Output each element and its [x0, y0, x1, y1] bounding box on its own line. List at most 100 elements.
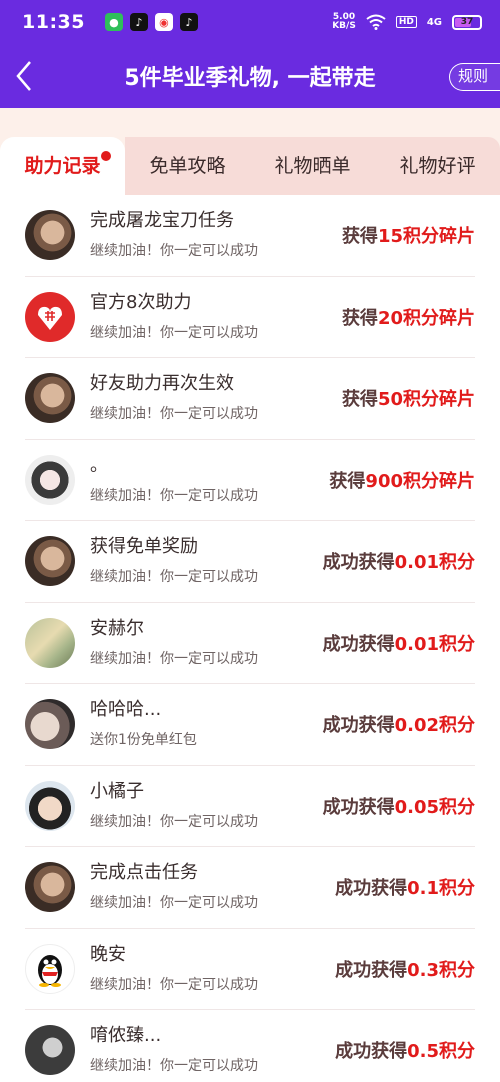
list-item: 哈哈哈... 送你1份免单红包 成功获得0.02积分	[25, 684, 475, 766]
record-subtitle: 继续加油！你一定可以成功	[90, 487, 258, 504]
reward-prefix: 成功获得	[322, 715, 395, 737]
record-subtitle: 继续加油！你一定可以成功	[90, 1058, 258, 1075]
record-list[interactable]: 完成屠龙宝刀任务 继续加油！你一定可以成功 获得15积分碎片 官方8次助力 继续加油！你…	[0, 195, 500, 1082]
record-title: 哈哈哈...	[90, 699, 162, 721]
avatar	[25, 862, 75, 913]
reward-text: 获得50积分碎片	[342, 385, 475, 411]
tab-assist-records[interactable]: 助力记录	[0, 137, 143, 195]
record-title: 完成点击任务	[90, 862, 198, 884]
signal-icon: 4G	[426, 16, 442, 28]
app-logo-icon	[38, 306, 62, 330]
nav-bar: 5件毕业季礼物, 一起带走 规则	[0, 44, 500, 108]
record-subtitle: 继续加油！你一定可以成功	[90, 324, 258, 341]
list-item: 。继续加油！你一定可以成功 获得900积分碎片	[25, 440, 475, 521]
reward-text: 成功获得0.3积分	[335, 956, 475, 982]
avatar	[25, 373, 75, 424]
back-icon[interactable]	[12, 58, 36, 94]
reward-prefix: 获得	[341, 389, 378, 411]
avatar	[25, 1025, 75, 1076]
reward-prefix: 获得	[329, 470, 366, 492]
reward-amount: 0.01积分	[394, 552, 475, 574]
tab-gift-reviews[interactable]: 礼物好评	[375, 137, 500, 195]
reward-text: 成功获得0.01积分	[323, 548, 475, 574]
reward-amount: 0.5积分	[407, 1041, 475, 1063]
map-app-icon: ◉	[154, 13, 173, 31]
reward-text: 成功获得0.5积分	[335, 1037, 475, 1063]
reward-amount: 0.05积分	[394, 796, 475, 818]
reward-prefix: 成功获得	[335, 959, 408, 981]
reward-amount: 20积分碎片	[377, 307, 475, 329]
record-subtitle: 继续加油！你一定可以成功	[90, 243, 258, 260]
rules-button[interactable]: 规则	[448, 63, 500, 91]
page-title: 5件毕业季礼物, 一起带走	[124, 66, 376, 91]
unread-dot	[101, 151, 111, 161]
reward-prefix: 成功获得	[322, 796, 395, 818]
reward-amount: 0.3积分	[407, 959, 475, 981]
avatar	[25, 291, 75, 342]
reward-amount: 0.02积分	[394, 715, 475, 737]
record-title: 小橘子	[90, 780, 144, 802]
record-title: 唷侬臻...	[90, 1025, 162, 1047]
reward-amount: 0.1积分	[407, 878, 475, 900]
record-title: 官方8次助力	[90, 291, 192, 313]
hd-badge: HD	[395, 16, 417, 28]
reward-prefix: 获得	[341, 307, 378, 329]
list-item: 唷侬臻... 继续加油！你一定可以成功 成功获得0.5积分	[25, 1010, 475, 1082]
network-speed: 5.00 KB/S	[332, 12, 356, 31]
reward-prefix: 成功获得	[335, 1041, 408, 1063]
reward-text: 成功获得0.01积分	[323, 630, 475, 656]
reward-prefix: 获得	[341, 226, 378, 248]
list-item: 官方8次助力继续加油！你一定可以成功 获得20积分碎片	[25, 277, 475, 358]
record-subtitle: 继续加油！你一定可以成功	[90, 976, 258, 993]
reward-text: 成功获得0.1积分	[335, 874, 475, 900]
list-item: 完成点击任务继续加油！你一定可以成功 成功获得0.1积分	[25, 847, 475, 929]
reward-prefix: 成功获得	[322, 552, 395, 574]
tab-gift-showcase[interactable]: 礼物晒单	[250, 137, 375, 195]
battery-icon: 37	[452, 14, 482, 30]
avatar	[25, 454, 75, 505]
record-subtitle: 继续加油！你一定可以成功	[90, 569, 258, 586]
reward-amount: 900积分碎片	[365, 470, 475, 492]
reward-text: 成功获得0.02积分	[323, 711, 475, 737]
reward-text: 获得15积分碎片	[342, 222, 475, 248]
notification-icons: ● ♪ ◉ ♪	[104, 13, 198, 31]
record-subtitle: 继续加油！你一定可以成功	[90, 406, 258, 423]
record-subtitle: 继续加油！你一定可以成功	[90, 895, 258, 912]
record-subtitle: 送你1份免单红包	[90, 732, 197, 749]
penguin-icon	[38, 954, 62, 987]
status-time: 11:35	[22, 11, 85, 33]
record-title: 获得免单奖励	[90, 536, 198, 558]
wifi-icon	[366, 14, 386, 30]
list-item: 好友助力再次生效继续加油！你一定可以成功 获得50积分碎片	[25, 358, 475, 440]
list-item: 小橘子继续加油！你一定可以成功 成功获得0.05积分	[25, 766, 475, 847]
reward-text: 成功获得0.05积分	[323, 793, 475, 819]
avatar	[25, 780, 75, 831]
record-title: 晚安	[90, 943, 126, 965]
header-bar: 11:35 ● ♪ ◉ ♪ 5.00 KB/S HD 4G 37 5件毕业季礼物…	[0, 0, 500, 108]
list-item: 晚安继续加油！你一定可以成功 成功获得0.3积分	[25, 929, 475, 1010]
avatar	[25, 536, 75, 587]
reward-prefix: 成功获得	[335, 878, 408, 900]
record-title: 安赫尔	[90, 617, 144, 639]
reward-amount: 50积分碎片	[377, 389, 475, 411]
record-title: 好友助力再次生效	[90, 373, 234, 395]
list-item: 获得免单奖励继续加油！你一定可以成功 成功获得0.01积分	[25, 521, 475, 603]
avatar	[25, 943, 75, 994]
tab-bar: 助力记录 免单攻略 礼物晒单 礼物好评	[0, 137, 500, 195]
reward-prefix: 成功获得	[322, 633, 395, 655]
record-title: 完成屠龙宝刀任务	[90, 210, 234, 232]
wechat-app-icon: ●	[104, 13, 123, 31]
list-item: 安赫尔 继续加油！你一定可以成功 成功获得0.01积分	[25, 603, 475, 684]
tiktok-app-icon: ♪	[129, 13, 148, 31]
list-item: 完成屠龙宝刀任务继续加油！你一定可以成功 获得15积分碎片	[25, 195, 475, 277]
avatar	[25, 699, 75, 750]
tab-free-guide[interactable]: 免单攻略	[125, 137, 250, 195]
avatar	[25, 210, 75, 261]
reward-amount: 0.01积分	[394, 633, 475, 655]
avatar	[25, 617, 75, 668]
record-title: 。	[90, 454, 108, 476]
status-bar: 11:35 ● ♪ ◉ ♪ 5.00 KB/S HD 4G 37	[0, 0, 500, 44]
record-subtitle: 继续加油！你一定可以成功	[90, 813, 258, 830]
reward-text: 获得20积分碎片	[342, 304, 475, 330]
reward-text: 获得900积分碎片	[329, 467, 475, 493]
